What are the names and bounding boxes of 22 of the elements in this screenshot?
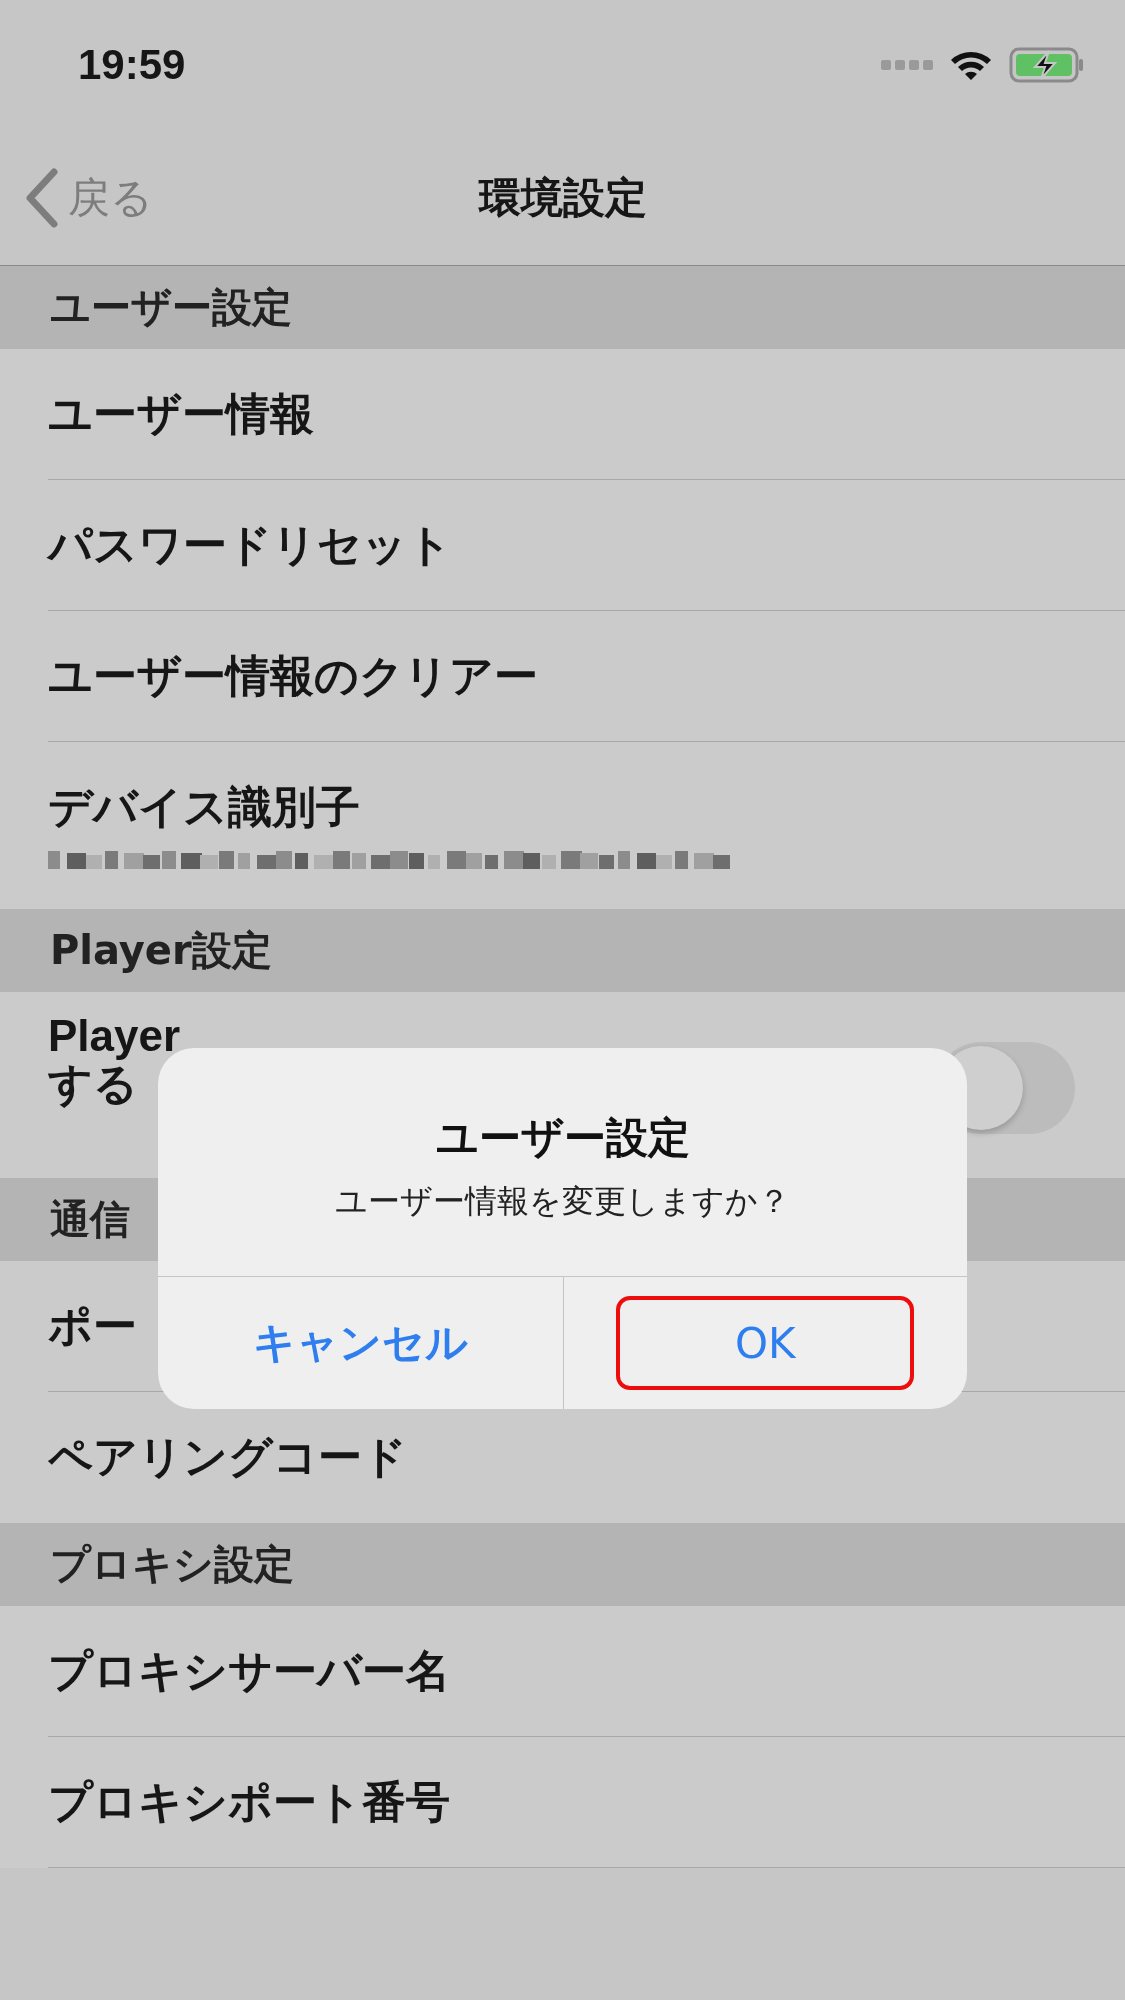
row-label[interactable]: ポー bbox=[48, 1296, 137, 1356]
row-label[interactable]: パスワードリセット bbox=[48, 515, 452, 575]
row-label: する bbox=[48, 1059, 138, 1109]
alert-message: ユーザー情報を変更しますか？ bbox=[335, 1181, 790, 1222]
section-header: プロキシ設定 bbox=[50, 1540, 294, 1589]
signal-icon bbox=[881, 60, 933, 70]
row-label[interactable]: プロキシサーバー名 bbox=[48, 1641, 450, 1701]
chevron-icon bbox=[24, 167, 60, 228]
nav-title: 環境設定 bbox=[478, 172, 647, 222]
wifi-icon bbox=[949, 49, 993, 81]
section-header: Player設定 bbox=[50, 926, 272, 975]
section-header: ユーザー設定 bbox=[50, 283, 292, 332]
row-label[interactable]: デバイス識別子 bbox=[48, 778, 360, 837]
section-header: 通信 bbox=[50, 1195, 130, 1244]
battery-icon bbox=[1009, 47, 1085, 83]
row-label[interactable]: ユーザー情報 bbox=[48, 384, 314, 444]
row-label[interactable]: ペアリングコード bbox=[48, 1428, 407, 1487]
alert-title: ユーザー設定 bbox=[435, 1112, 690, 1164]
row-label[interactable]: ユーザー情報のクリアー bbox=[48, 646, 538, 706]
status-time: 19:59 bbox=[78, 41, 186, 89]
row-label[interactable]: プロキシポート番号 bbox=[48, 1772, 450, 1832]
row-label: Player bbox=[48, 1011, 181, 1060]
